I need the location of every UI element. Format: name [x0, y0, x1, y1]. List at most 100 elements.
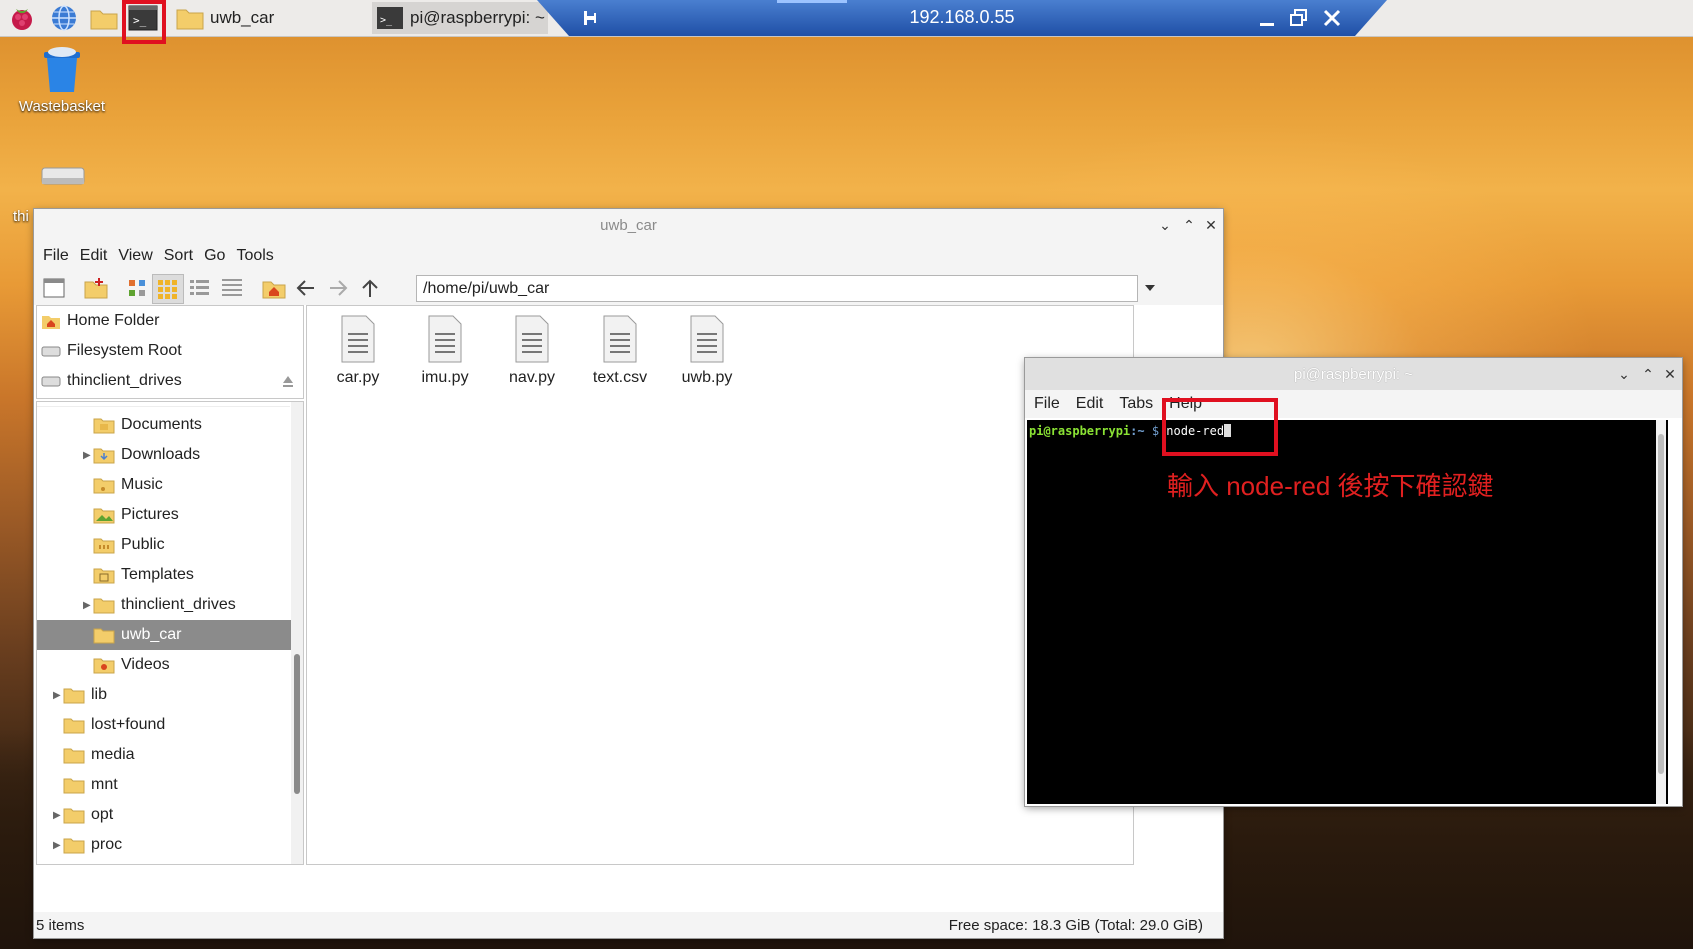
maximize-icon[interactable]: ⌃	[1638, 364, 1658, 384]
tree-label: Videos	[121, 656, 170, 673]
file-label: imu.py	[421, 369, 469, 386]
web-browser-icon[interactable]	[49, 3, 79, 33]
tree-item-videos[interactable]: Videos	[37, 650, 303, 680]
task-uwb-car[interactable]: uwb_car	[172, 2, 372, 34]
tree-item-uwb-car[interactable]: uwb_car	[37, 620, 303, 650]
terminal-scrollbar[interactable]	[1656, 420, 1666, 804]
folder-icon	[63, 778, 85, 794]
documents-folder-icon	[93, 418, 115, 434]
file-label: uwb.py	[681, 369, 733, 386]
scrollbar-thumb[interactable]	[294, 654, 300, 794]
folder-icon	[63, 718, 85, 734]
menu-tools[interactable]: Tools	[236, 247, 273, 265]
minimize-icon[interactable]: ⌄	[1155, 215, 1175, 235]
new-window-icon[interactable]	[42, 277, 66, 299]
tree-item-proc[interactable]: ▶ proc	[37, 830, 303, 860]
terminal-output[interactable]: pi@raspberrypi:~ $ node-red 輸入 node-red …	[1027, 420, 1668, 804]
tree-label: Documents	[121, 416, 202, 433]
menu-edit[interactable]: Edit	[1076, 395, 1104, 413]
tree-item-templates[interactable]: Templates	[37, 560, 303, 590]
minimize-icon[interactable]	[1257, 10, 1277, 28]
tree-item-lost-found[interactable]: lost+found	[37, 710, 303, 740]
expander[interactable]: ▶	[53, 840, 63, 851]
tree-scrollbar[interactable]	[291, 402, 303, 864]
tree-label: Pictures	[121, 506, 179, 523]
tree-item-downloads[interactable]: ▶ Downloads	[37, 440, 303, 470]
chevron-down-icon[interactable]	[1143, 283, 1157, 293]
window-title: uwb_car	[600, 217, 657, 234]
drive-icon-desktop[interactable]: thi	[12, 160, 112, 225]
forward-arrow-icon[interactable]	[326, 277, 350, 299]
prompt-symbol: $	[1144, 424, 1160, 438]
tree-item-lib[interactable]: ▶ lib	[37, 680, 303, 710]
menu-file[interactable]: File	[1034, 395, 1060, 413]
new-tab-icon[interactable]	[84, 277, 108, 299]
task-terminal[interactable]: >_ pi@raspberrypi: ~	[372, 2, 548, 34]
eject-icon[interactable]	[281, 374, 295, 388]
tree-item-opt[interactable]: ▶ opt	[37, 800, 303, 830]
menu-view[interactable]: View	[118, 247, 152, 265]
file-item-imu-py[interactable]: imu.py	[406, 314, 484, 387]
instruction-annotation: 輸入 node-red 後按下確認鍵	[1167, 471, 1494, 501]
status-item-count: 5 items	[36, 917, 85, 934]
maximize-icon[interactable]: ⌃	[1179, 215, 1199, 235]
tree-label: media	[91, 746, 135, 763]
menu-sort[interactable]: Sort	[164, 247, 193, 265]
tree-item-documents[interactable]: Documents	[37, 410, 303, 440]
home-folder-icon[interactable]	[262, 277, 286, 299]
file-label: car.py	[336, 369, 380, 386]
file-manager-titlebar[interactable]: uwb_car ⌄ ⌃ ✕	[34, 209, 1223, 241]
place-home-folder[interactable]: Home Folder	[37, 306, 303, 336]
close-icon[interactable]	[1322, 8, 1342, 28]
menu-tabs[interactable]: Tabs	[1119, 395, 1153, 413]
place-filesystem-root[interactable]: Filesystem Root	[37, 336, 303, 366]
tree-item-mnt[interactable]: mnt	[37, 770, 303, 800]
expander[interactable]: ▶	[53, 810, 63, 821]
terminal-titlebar[interactable]: pi@raspberrypi: ~ ⌄ ⌃ ✕	[1025, 358, 1682, 390]
expander[interactable]: ▶	[53, 690, 63, 701]
tree-label: uwb_car	[121, 626, 182, 643]
tree-item-pictures[interactable]: Pictures	[37, 500, 303, 530]
tree-item-music[interactable]: Music	[37, 470, 303, 500]
raspberry-menu-icon[interactable]	[7, 3, 37, 33]
templates-folder-icon	[93, 568, 115, 584]
close-icon[interactable]: ✕	[1660, 364, 1680, 384]
wastebasket[interactable]: Wastebasket	[12, 44, 112, 115]
tree-item-public[interactable]: Public	[37, 530, 303, 560]
scrollbar-thumb[interactable]	[1658, 434, 1664, 774]
place-label: Filesystem Root	[67, 342, 182, 359]
detailed-list-icon[interactable]	[220, 277, 244, 299]
menu-edit[interactable]: Edit	[80, 247, 108, 265]
tree-label: Downloads	[121, 446, 201, 463]
folder-icon	[93, 628, 115, 644]
file-manager-icon[interactable]	[89, 3, 119, 33]
file-item-uwb-py[interactable]: uwb.py	[668, 314, 746, 387]
compact-view-icon[interactable]	[188, 277, 212, 299]
file-item-car-py[interactable]: car.py	[319, 314, 397, 387]
drive-icon	[41, 376, 61, 387]
menu-go[interactable]: Go	[204, 247, 225, 265]
tree-item-media[interactable]: media	[37, 740, 303, 770]
file-view: car.py imu.py nav.py text.csv uwb.py	[306, 305, 1134, 865]
up-arrow-icon[interactable]	[358, 277, 382, 299]
expander[interactable]: ▶	[83, 450, 93, 461]
tree-item-thinclient-drives[interactable]: ▶ thinclient_drives	[37, 590, 303, 620]
tree-label: Public	[121, 536, 165, 553]
restore-icon[interactable]	[1289, 8, 1309, 28]
highlight-command-box	[1162, 398, 1278, 456]
thumbnail-view-button[interactable]	[152, 274, 184, 304]
expander[interactable]: ▶	[83, 600, 93, 611]
menubar: File Edit View Sort Go Tools	[34, 241, 1223, 271]
minimize-icon[interactable]: ⌄	[1614, 364, 1634, 384]
close-icon[interactable]: ✕	[1201, 215, 1221, 235]
file-item-nav-py[interactable]: nav.py	[493, 314, 571, 387]
text-file-icon	[690, 315, 724, 363]
directory-tree: Documents ▶ Downloads Music Pictures Pub…	[36, 401, 304, 865]
icon-view-icon[interactable]	[126, 277, 150, 299]
menu-file[interactable]: File	[43, 247, 69, 265]
place-thinclient-drives[interactable]: thinclient_drives	[37, 366, 303, 396]
back-arrow-icon[interactable]	[294, 277, 318, 299]
pictures-folder-icon	[93, 508, 115, 524]
path-input[interactable]: /home/pi/uwb_car	[416, 275, 1138, 302]
file-item-text-csv[interactable]: text.csv	[581, 314, 659, 387]
